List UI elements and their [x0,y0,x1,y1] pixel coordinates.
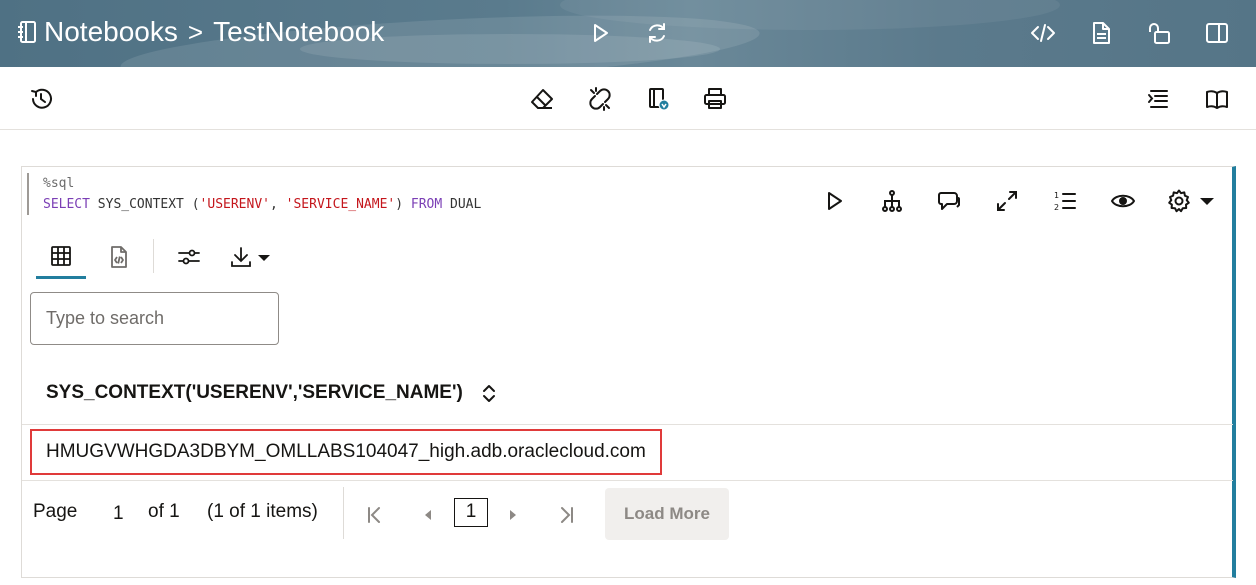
book-icon[interactable] [1201,83,1233,115]
download-icon [231,247,251,267]
eye-icon[interactable] [1108,186,1138,216]
prev-page-icon [425,510,431,520]
first-page-icon [368,507,380,523]
tab-code-view[interactable] [94,235,144,279]
caret-down-icon[interactable] [1197,186,1217,216]
code-icon[interactable] [1027,17,1059,49]
unlock-icon[interactable] [1143,17,1175,49]
print-icon[interactable] [699,83,731,115]
code-magic: %sql [43,176,75,191]
export-icon[interactable] [642,83,674,115]
eraser-icon[interactable] [526,83,558,115]
search-input[interactable] [30,292,279,345]
last-page-button[interactable] [552,500,580,530]
document-icon[interactable] [1085,17,1117,49]
current-page-input[interactable]: 1 [454,498,488,527]
page-number[interactable]: 1 [113,503,124,525]
pager-divider [343,487,344,539]
notebook-title: TestNotebook [213,16,385,47]
line-numbers-icon[interactable]: 1 2 [1050,186,1080,216]
code-punct: , [270,197,286,212]
expand-icon[interactable] [992,186,1022,216]
row-divider [22,424,1233,425]
refresh-icon[interactable] [641,17,673,49]
code-function: SYS_CONTEXT ( [89,197,200,212]
page-of-label: of 1 [148,501,180,522]
panel-icon[interactable] [1201,17,1233,49]
breadcrumb-separator: > [187,16,204,47]
tab-table-view[interactable] [36,235,86,279]
notebook-icon [16,19,38,45]
first-page-button[interactable] [361,500,389,530]
sliders-icon [178,249,200,265]
caret-down-icon [258,255,270,261]
row-divider [22,480,1233,481]
hierarchy-icon[interactable] [877,186,907,216]
toc-icon[interactable] [1143,83,1175,115]
last-page-icon [561,507,573,523]
sort-icon[interactable] [479,381,499,405]
code-editor[interactable]: %sql SELECT SYS_CONTEXT ('USERENV', 'SER… [27,173,547,215]
column-header[interactable]: SYS_CONTEXT('USERENV','SERVICE_NAME') [46,375,499,411]
run-icon[interactable] [584,17,616,49]
code-line: SELECT SYS_CONTEXT ('USERENV', 'SERVICE_… [43,194,547,215]
column-header-label: SYS_CONTEXT('USERENV','SERVICE_NAME') [46,382,463,403]
pagination: Page 1 of 1 (1 of 1 items) 1 Load More [22,487,1233,547]
run-paragraph-icon[interactable] [819,186,849,216]
comment-icon[interactable] [934,186,964,216]
code-keyword: FROM [410,197,443,212]
tab-divider [153,239,154,273]
next-page-button[interactable] [499,500,527,530]
load-more-button[interactable]: Load More [605,488,729,540]
next-page-icon [510,510,516,520]
download-button[interactable] [218,235,282,279]
code-punct: ) [395,197,411,212]
prev-page-button[interactable] [414,500,442,530]
grid-icon [51,245,71,266]
breadcrumb: Notebooks > TestNotebook [16,14,384,50]
code-keyword: SELECT [43,197,90,212]
svg-text:2: 2 [1054,203,1059,212]
code-string: 'USERENV' [199,197,270,212]
table-cell-highlighted[interactable]: HMUGVWHGDA3DBYM_OMLLABS104047_high.adb.o… [30,429,662,475]
unlink-icon[interactable] [584,83,616,115]
gear-icon[interactable] [1164,186,1194,216]
code-table: DUAL [442,197,482,212]
notebook-toolbar [0,67,1256,130]
history-icon[interactable] [25,83,57,115]
notebook-header: Notebooks > TestNotebook [0,0,1256,67]
file-code-icon [111,246,127,268]
svg-text:1: 1 [1054,191,1059,200]
notebook-paragraph: %sql SELECT SYS_CONTEXT ('USERENV', 'SER… [21,166,1236,578]
items-count-label: (1 of 1 items) [207,501,318,522]
breadcrumb-notebooks-link[interactable]: Notebooks [44,16,178,48]
code-string: 'SERVICE_NAME' [285,197,396,212]
page-label: Page [33,501,78,522]
settings-sliders-button[interactable] [164,235,214,279]
